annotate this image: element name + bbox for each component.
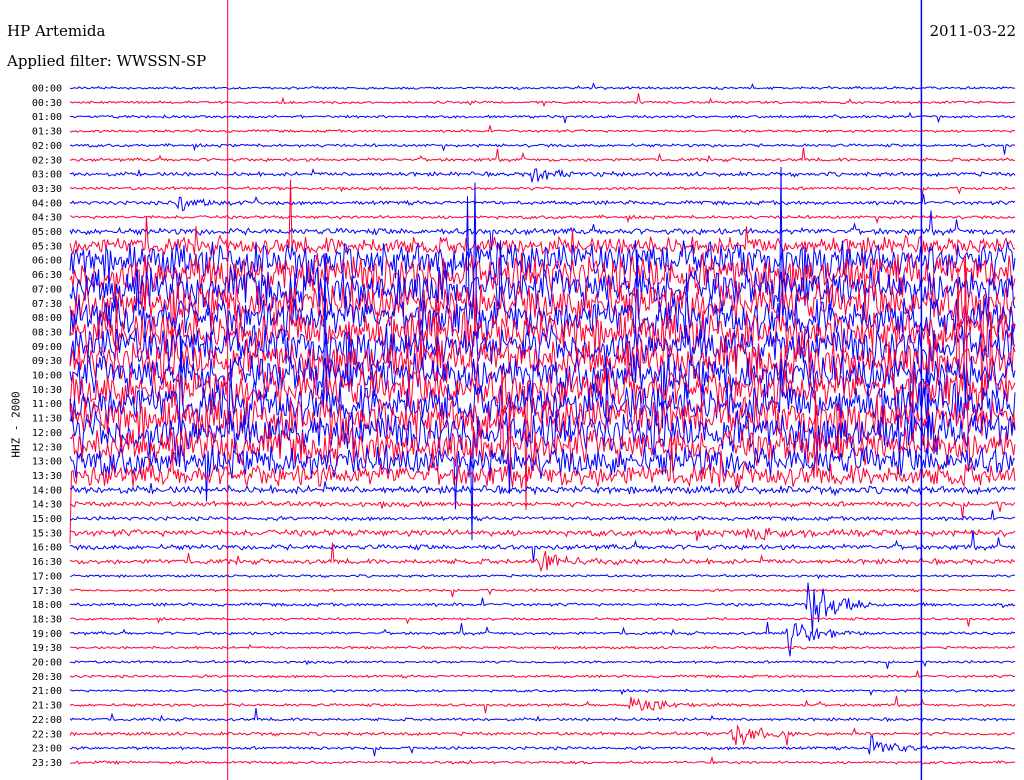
trace-row-1430	[69, 500, 1016, 518]
time-tick-label: 21:00	[32, 686, 62, 697]
time-tick-label: 04:00	[32, 198, 62, 209]
time-tick-label: 00:30	[32, 98, 62, 109]
time-tick-label: 03:30	[32, 184, 62, 195]
trace-row-1500	[69, 509, 1016, 522]
trace-row-1400	[69, 481, 1016, 497]
trace-row-0200	[69, 142, 1016, 155]
trace-row-2100	[69, 688, 1016, 697]
trace-row-1900	[69, 621, 1016, 657]
trace-row-0430	[69, 214, 1016, 225]
time-tick-label: 19:30	[32, 643, 62, 654]
time-tick-label: 23:00	[32, 744, 62, 755]
time-tick-label: 09:00	[32, 342, 62, 353]
time-tick-label: 20:00	[32, 658, 62, 669]
time-tick-label: 08:30	[32, 327, 62, 338]
time-tick-label: 06:00	[32, 256, 62, 267]
time-tick-label: 12:30	[32, 442, 62, 453]
trace-row-0030	[69, 93, 1016, 108]
time-tick-label: 18:00	[32, 600, 62, 611]
time-tick-label: 02:00	[32, 141, 62, 152]
trace-row-0300	[69, 168, 1016, 183]
time-tick-label: 22:30	[32, 729, 62, 740]
time-tick-label: 07:00	[32, 284, 62, 295]
trace-row-0230	[70, 147, 1016, 163]
time-tick-label: 13:30	[32, 471, 62, 482]
trace-row-1700	[69, 573, 1016, 580]
trace-row-0130	[69, 125, 1016, 134]
time-tick-label: 06:30	[32, 270, 62, 281]
time-tick-label: 19:00	[32, 629, 62, 640]
trace-row-2300	[69, 735, 1016, 757]
time-tick-labels: 00:00 00:30 01:00 01:30 02:00 02:30 03:00 03:30…	[32, 84, 62, 769]
time-tick-label: 22:00	[32, 715, 62, 726]
time-tick-label: 02:30	[32, 155, 62, 166]
time-tick-label: 01:30	[32, 127, 62, 138]
trace-row-0400	[69, 194, 1016, 212]
trace-row-1830	[69, 616, 1015, 627]
time-tick-label: 08:00	[32, 313, 62, 324]
time-tick-label: 16:30	[32, 557, 62, 568]
trace-row-0330	[69, 185, 1016, 197]
time-tick-label: 09:30	[32, 356, 62, 367]
time-tick-label: 17:00	[32, 571, 62, 582]
trace-row-1530	[69, 527, 1016, 542]
trace-row-2130	[69, 695, 1016, 714]
time-tick-label: 23:30	[32, 758, 62, 769]
time-tick-label: 14:00	[32, 485, 62, 496]
time-tick-label: 16:00	[32, 543, 62, 554]
trace-row-1930	[69, 643, 1016, 651]
trace-row-2000	[69, 659, 1016, 669]
trace-row-0100	[69, 111, 1016, 124]
time-tick-label: 20:30	[32, 672, 62, 683]
time-tick-label: 11:00	[32, 399, 62, 410]
seismogram-plot: 00:00 00:30 01:00 01:30 02:00 02:30 03:00 03:30…	[32, 0, 1016, 780]
seismogram-traces	[69, 82, 1016, 765]
time-tick-label: 14:30	[32, 500, 62, 511]
trace-row-1730	[69, 588, 1016, 598]
time-tick-label: 13:00	[32, 457, 62, 468]
time-tick-label: 05:30	[32, 241, 62, 252]
time-tick-label: 21:30	[32, 701, 62, 712]
trace-row-0000	[69, 82, 1016, 91]
time-tick-label: 15:30	[32, 528, 62, 539]
time-tick-label: 15:00	[32, 514, 62, 525]
time-tick-label: 05:00	[32, 227, 62, 238]
time-tick-label: 04:30	[32, 213, 62, 224]
time-tick-label: 11:30	[32, 414, 62, 425]
time-tick-label: 10:30	[32, 385, 62, 396]
time-tick-label: 10:00	[32, 371, 62, 382]
time-tick-label: 07:30	[32, 299, 62, 310]
time-tick-label: 17:30	[32, 586, 62, 597]
trace-row-1600	[69, 530, 1016, 563]
time-tick-label: 12:00	[32, 428, 62, 439]
time-tick-label: 01:00	[32, 112, 62, 123]
time-tick-label: 00:00	[32, 84, 62, 95]
trace-row-2030	[69, 670, 1016, 679]
time-tick-label: 03:00	[32, 170, 62, 181]
trace-row-2200	[69, 708, 1016, 723]
time-tick-label: 18:30	[32, 614, 62, 625]
trace-row-2330	[70, 755, 1016, 765]
